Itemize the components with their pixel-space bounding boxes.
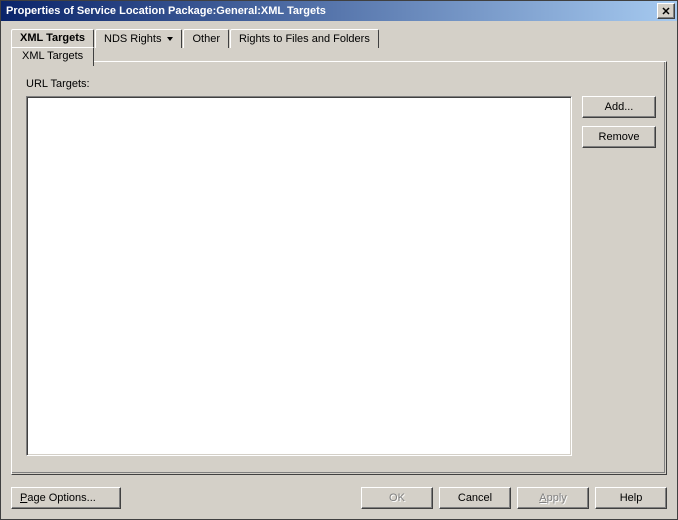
content-area: XML Targets NDS Rights Other Rights to F…	[1, 21, 677, 519]
cancel-button[interactable]: Cancel	[439, 487, 511, 509]
button-label: Page Options...	[20, 492, 96, 504]
remove-button[interactable]: Remove	[582, 126, 656, 148]
button-label: OK	[389, 492, 405, 504]
button-label: Cancel	[458, 492, 492, 504]
dialog-window: Properties of Service Location Package:G…	[0, 0, 678, 520]
tab-nds-rights[interactable]: NDS Rights	[95, 29, 182, 48]
ok-button[interactable]: OK	[361, 487, 433, 509]
button-label: Apply	[539, 492, 567, 504]
titlebar: Properties of Service Location Package:G…	[1, 1, 677, 21]
panel-inner: URL Targets: Add... Remove	[26, 78, 652, 460]
close-icon[interactable]: ✕	[657, 3, 675, 19]
bottom-left: Page Options...	[11, 487, 121, 509]
url-targets-label: URL Targets:	[26, 78, 652, 90]
tab-rights-files-folders[interactable]: Rights to Files and Folders	[230, 29, 379, 48]
bottom-bar: Page Options... OK Cancel Apply Help	[11, 487, 667, 509]
tab-label: XML Targets	[20, 32, 85, 44]
button-label: Remove	[599, 131, 640, 143]
chevron-down-icon	[167, 37, 173, 41]
bottom-right: OK Cancel Apply Help	[361, 487, 667, 509]
add-button[interactable]: Add...	[582, 96, 656, 118]
tab-other[interactable]: Other	[183, 29, 229, 48]
tab-xml-targets[interactable]: XML Targets	[11, 29, 94, 49]
window-title: Properties of Service Location Package:G…	[3, 5, 326, 17]
tab-label: NDS Rights	[104, 33, 161, 45]
tab-label: Rights to Files and Folders	[239, 33, 370, 45]
tab-panel: URL Targets: Add... Remove	[11, 61, 667, 475]
subtab-label: XML Targets	[22, 50, 83, 62]
button-label: Help	[620, 492, 643, 504]
primary-tab-row: XML Targets NDS Rights Other Rights to F…	[11, 29, 667, 48]
side-buttons: Add... Remove	[582, 96, 656, 148]
tab-label: Other	[192, 33, 220, 45]
secondary-tab-row: XML Targets	[11, 47, 667, 66]
button-label: Add...	[605, 101, 634, 113]
apply-button[interactable]: Apply	[517, 487, 589, 509]
help-button[interactable]: Help	[595, 487, 667, 509]
url-targets-listbox[interactable]	[26, 96, 572, 456]
subtab-xml-targets[interactable]: XML Targets	[11, 47, 94, 66]
page-options-button[interactable]: Page Options...	[11, 487, 121, 509]
